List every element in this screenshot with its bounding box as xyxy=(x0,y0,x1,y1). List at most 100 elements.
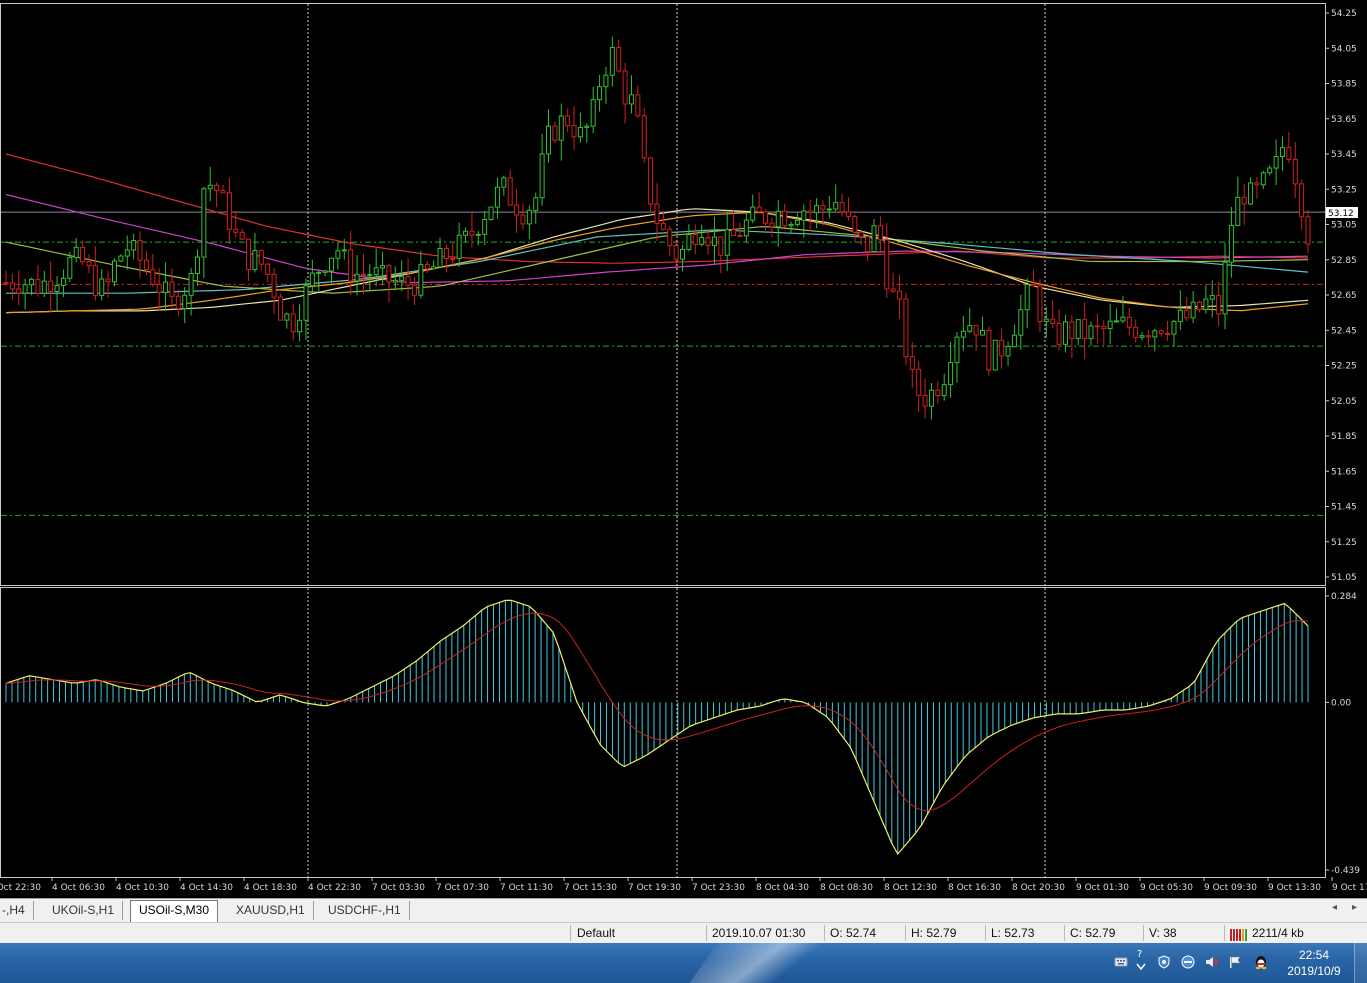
candle-body xyxy=(297,319,303,333)
candle-body xyxy=(628,94,634,105)
tab-ukoil-h1[interactable]: UKOil-S,H1 xyxy=(44,901,124,920)
candle-body xyxy=(616,47,622,72)
candle-body xyxy=(239,231,245,240)
candle-body xyxy=(1101,325,1107,330)
candle-body xyxy=(539,153,545,199)
connection-status-icon[interactable] xyxy=(1230,927,1248,941)
candle-body xyxy=(265,263,271,275)
candle-body xyxy=(380,265,386,269)
price-chart[interactable]: 54.25 54.05 53.85 53.65 53.45 53.25 53.05 52.85… xyxy=(0,0,1367,898)
candle-body xyxy=(220,190,226,194)
time-tick-label: 4 Oct 14:30 xyxy=(180,883,233,893)
candle-body xyxy=(648,157,654,205)
candle-body xyxy=(482,219,488,235)
candle-body xyxy=(92,265,98,297)
tab-usoil-m30[interactable]: USOil-S,M30 xyxy=(130,900,219,922)
chart-tab-bar: -,H4 UKOil-S,H1 USOil-S,M30 XAUUSD,H1 US… xyxy=(0,898,1367,922)
candle-body xyxy=(335,250,341,259)
candle-body xyxy=(692,234,698,245)
tab-scroll-right-icon[interactable]: ▸ xyxy=(1352,902,1357,913)
candle-body xyxy=(558,115,564,141)
network-icon[interactable] xyxy=(1181,955,1195,969)
tab-chart-h4[interactable]: -,H4 xyxy=(0,901,34,920)
candle-body xyxy=(1120,316,1126,322)
time-tick-label: 8 Oct 04:30 xyxy=(756,883,809,893)
candle-body xyxy=(488,206,494,221)
candle-body xyxy=(1018,309,1024,336)
candle-body xyxy=(271,273,277,298)
status-divider xyxy=(905,925,906,941)
candle-body xyxy=(603,74,609,88)
candle-body xyxy=(960,330,966,338)
candle-body xyxy=(814,205,820,214)
candle-body xyxy=(954,336,960,364)
price-tick-label: 53.85 xyxy=(1331,80,1357,90)
candle-body xyxy=(226,192,232,230)
candle-body xyxy=(431,266,437,270)
candle-body xyxy=(705,237,711,246)
candle-body xyxy=(443,248,449,260)
price-tick-label: 53.25 xyxy=(1331,185,1357,195)
candle-body xyxy=(833,202,839,210)
candle-body xyxy=(124,249,130,257)
tab-scroll-left-icon[interactable]: ◂ xyxy=(1332,902,1337,913)
candle-body xyxy=(999,339,1005,357)
candle-body xyxy=(1043,318,1049,323)
candle-body xyxy=(137,240,143,261)
candle-body xyxy=(928,389,934,407)
time-tick-label: 7 Oct 07:30 xyxy=(436,883,489,893)
candle-body xyxy=(99,278,105,297)
candle-body xyxy=(322,270,328,273)
candle-body xyxy=(284,313,290,321)
candle-body xyxy=(437,248,443,268)
candle-body xyxy=(1254,182,1260,186)
time-tick-label: 7 Oct 23:30 xyxy=(692,883,745,893)
candle-body xyxy=(207,184,213,190)
keyboard-icon[interactable] xyxy=(1114,955,1128,969)
candle-body xyxy=(418,264,424,296)
candle-body xyxy=(1050,318,1056,324)
tab-xauusd-h1[interactable]: XAUUSD,H1 xyxy=(228,901,314,920)
status-bar: Default 2019.10.07 01:30 O: 52.74 H: 52.… xyxy=(0,922,1367,943)
candle-body xyxy=(354,273,360,282)
flag-icon[interactable] xyxy=(1228,955,1242,969)
chart-window[interactable]: 54.25 54.05 53.85 53.65 53.45 53.25 53.05 52.85… xyxy=(0,0,1367,898)
qq-penguin-icon[interactable] xyxy=(1253,954,1269,970)
candle-body xyxy=(80,246,86,263)
candle-body xyxy=(526,209,532,225)
show-desktop-button[interactable] xyxy=(1354,943,1367,983)
candle-body xyxy=(3,282,9,285)
candle-body xyxy=(782,210,788,227)
shield-icon[interactable] xyxy=(1157,955,1171,969)
candle-body xyxy=(718,236,724,256)
candle-body xyxy=(112,260,117,283)
taskbar-clock[interactable]: 22:54 2019/10/9 xyxy=(1282,947,1346,979)
candle-body xyxy=(794,219,800,225)
candle-body xyxy=(303,285,309,321)
candle-body xyxy=(131,240,137,251)
candle-body xyxy=(609,47,615,76)
candle-body xyxy=(750,206,756,221)
volume-icon[interactable] xyxy=(1204,955,1218,969)
candle-body xyxy=(1292,158,1298,185)
arrow-up-icon[interactable] xyxy=(1136,963,1146,971)
candle-body xyxy=(201,188,207,258)
status-close: C: 52.79 xyxy=(1070,926,1116,940)
candle-body xyxy=(673,245,679,260)
help-icon[interactable]: ? xyxy=(1136,948,1146,958)
status-divider xyxy=(1224,925,1225,941)
candle-body xyxy=(903,298,909,358)
tab-usdchf-h1[interactable]: USDCHF-,H1 xyxy=(320,901,410,920)
price-tick-label: 53.05 xyxy=(1331,221,1357,231)
candle-body xyxy=(1177,309,1183,322)
candle-body xyxy=(916,368,922,396)
time-tick-label: 8 Oct 20:30 xyxy=(1012,883,1065,893)
candle-body xyxy=(546,125,551,155)
status-profile[interactable]: Default xyxy=(577,925,615,941)
candle-body xyxy=(973,325,979,336)
status-low: L: 52.73 xyxy=(991,926,1035,940)
candle-body xyxy=(807,210,813,214)
candle-body xyxy=(763,211,768,224)
candle-body xyxy=(897,290,903,300)
candle-body xyxy=(22,284,28,294)
